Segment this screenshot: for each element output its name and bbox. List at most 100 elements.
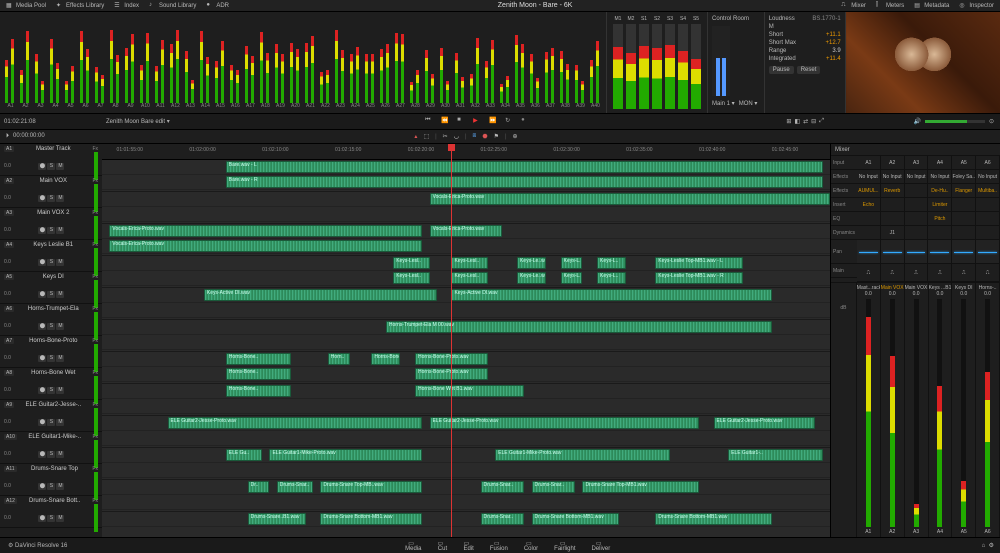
audio-clip[interactable]: Vocals-Erica-Proto.wav xyxy=(109,225,422,237)
audio-clip[interactable]: Keys-L.. xyxy=(597,272,626,284)
audio-clip[interactable]: Horns-Trumpet-Ela M 00.wav xyxy=(386,321,772,333)
cut-tool[interactable]: ✂ xyxy=(443,133,448,140)
audio-clip[interactable]: Keys-Lesl.. xyxy=(393,272,429,284)
audio-clip[interactable]: ELE Guitar2-Jesse-Proto.wav xyxy=(168,417,423,429)
prev-btn[interactable]: ⏪ xyxy=(441,117,451,127)
mute-btn[interactable]: M xyxy=(56,227,64,234)
audio-clip[interactable]: Bare.wav - L xyxy=(226,161,823,173)
record-btn[interactable]: ● xyxy=(521,117,531,127)
index-btn[interactable]: ☰Index xyxy=(114,2,139,10)
mute-btn[interactable]: M xyxy=(56,515,64,522)
solo-btn[interactable]: S xyxy=(47,451,55,458)
track-header[interactable]: A1Master TrackFx 0.0⬤SM xyxy=(0,144,102,176)
audio-clip[interactable]: Drums-Snar.. xyxy=(481,513,525,525)
audio-clip[interactable]: Horns-Bone.. xyxy=(226,353,292,365)
mute-btn[interactable]: M xyxy=(56,355,64,362)
page-edit[interactable]: ▭Edit xyxy=(463,540,473,552)
timeline-track[interactable]: ELE Gu..ELE Guitar1-Mike-Proto.wavELE Gu… xyxy=(102,448,830,480)
volume-slider[interactable] xyxy=(925,120,985,123)
channel-fader[interactable]: Keys DI0.0A5 xyxy=(952,283,976,537)
audio-clip[interactable]: Drums-Snare Bottom-MB1.wav xyxy=(532,513,619,525)
timeline-track[interactable]: Horns-Trumpet-Ela M 00.wav xyxy=(102,320,830,352)
mute-btn[interactable]: M xyxy=(56,483,64,490)
mixer-channel[interactable]: A3 No Input ⎍ xyxy=(905,156,929,282)
mute-btn[interactable]: M xyxy=(56,451,64,458)
audio-clip[interactable]: ELE Guitar1-Mike-Proto.wav xyxy=(269,449,422,461)
timeline-ruler[interactable]: 01:01:55:0001:02:00:0001:02:10:0001:02:1… xyxy=(102,144,830,160)
channel-fader[interactable]: Keys ...B10.0A4 xyxy=(929,283,953,537)
meters-btn[interactable]: ⫿Meters xyxy=(876,2,904,10)
loudness-reset[interactable]: Reset xyxy=(797,66,821,74)
audio-clip[interactable]: Drums-Snare..B1.wav xyxy=(248,513,306,525)
timeline-track[interactable]: Drums-Snare..B1.wav Drums-Snare Bottom-MB… xyxy=(102,512,830,537)
audio-clip[interactable]: ELE Guitar1-Mike-Proto.wav xyxy=(495,449,670,461)
audio-clip[interactable]: Drums-Snare Top-MB1.wav xyxy=(582,481,698,493)
page-fusion[interactable]: ▭Fusion xyxy=(490,540,508,552)
audio-clip[interactable]: Keys-L.. xyxy=(561,257,583,269)
page-media[interactable]: ▭Media xyxy=(405,540,421,552)
track-header[interactable]: A7Horns-Bone-ProtoFx 0.0⬤SM xyxy=(0,336,102,368)
solo-btn[interactable]: S xyxy=(47,387,55,394)
timeline-track[interactable]: Horns-Bone..Horn..Horns-Bone..Horns-Bone… xyxy=(102,352,830,384)
timeline-track[interactable]: ELE Guitar2-Jesse-Proto.wavELE Guitar2-J… xyxy=(102,416,830,448)
eq-curve[interactable] xyxy=(905,240,928,264)
dim-btn[interactable]: ⊙ xyxy=(989,118,994,125)
arm-btn[interactable]: ⬤ xyxy=(38,259,46,266)
audio-clip[interactable]: Drums-Snare Bottom-MB1.wav xyxy=(655,513,771,525)
track-header[interactable]: A10ELE Guitar1-Mike-..Fx 0.0⬤SM xyxy=(0,432,102,464)
arm-btn[interactable]: ⬤ xyxy=(38,419,46,426)
eq-curve[interactable] xyxy=(857,240,880,264)
solo-btn[interactable]: S xyxy=(47,195,55,202)
track-header[interactable]: A4Keys Leslie B1Fx 0.0⬤SM xyxy=(0,240,102,272)
audio-clip[interactable]: ELE Guitar1-.. xyxy=(728,449,823,461)
marker-tool[interactable]: ⬣ xyxy=(482,133,487,140)
loudness-pause[interactable]: Pause xyxy=(769,66,794,74)
arrow-tool[interactable]: ▴ xyxy=(414,133,417,140)
audio-clip[interactable]: Drums-Snar.. xyxy=(481,481,525,493)
solo-btn[interactable]: S xyxy=(47,515,55,522)
arm-btn[interactable]: ⬤ xyxy=(38,323,46,330)
opt-5[interactable]: ⤢ xyxy=(819,118,824,125)
track-header[interactable]: A2Main VOXFx 0.0⬤SM xyxy=(0,176,102,208)
solo-btn[interactable]: S xyxy=(47,355,55,362)
audio-clip[interactable]: Keys-Active DI.wav xyxy=(451,289,771,301)
rewind-btn[interactable]: ⏮ xyxy=(425,117,435,127)
arm-btn[interactable]: ⬤ xyxy=(38,483,46,490)
arm-btn[interactable]: ⬤ xyxy=(38,451,46,458)
track-header[interactable]: A3Main VOX 2Fx 0.0⬤SM xyxy=(0,208,102,240)
audio-clip[interactable]: Keys-L.. xyxy=(561,272,583,284)
solo-btn[interactable]: S xyxy=(47,419,55,426)
audio-clip[interactable]: Vocals-Erica-Proto.wav xyxy=(430,193,830,205)
solo-btn[interactable]: S xyxy=(47,483,55,490)
audio-clip[interactable]: Vocals-Erica-Proto.wav xyxy=(430,225,503,237)
audio-clip[interactable]: Keys-L.. xyxy=(597,257,626,269)
next-btn[interactable]: ⏩ xyxy=(489,117,499,127)
audio-clip[interactable]: Keys-Le..wav - R xyxy=(517,272,546,284)
audio-clip[interactable]: Dr.. xyxy=(248,481,270,493)
flag-tool[interactable]: ⚑ xyxy=(494,133,499,140)
opt-2[interactable]: ◧ xyxy=(794,118,800,125)
page-deliver[interactable]: ▭Deliver xyxy=(592,540,611,552)
mixer-channel[interactable]: A1 No Input AUMUL.. Echo ⎍ xyxy=(857,156,881,282)
audio-clip[interactable]: Vocals-Erica-Proto.wav xyxy=(109,240,422,252)
video-preview[interactable] xyxy=(845,12,1000,113)
sound-library-btn[interactable]: ♪Sound Library xyxy=(149,2,196,10)
mute-btn[interactable]: M xyxy=(56,163,64,170)
channel-fader[interactable]: Main VOX0.0A2 xyxy=(881,283,905,537)
eq-curve[interactable] xyxy=(976,240,999,264)
metadata-btn[interactable]: ▤Metadata xyxy=(914,2,949,10)
page-color[interactable]: ▭Color xyxy=(524,540,538,552)
timeline-track[interactable]: Keys-Active DI.wav Keys-Active DI.wav xyxy=(102,288,830,320)
opt-4[interactable]: ⊟ xyxy=(811,118,816,125)
loop-btn[interactable]: ↻ xyxy=(505,117,515,127)
home-icon[interactable]: ⌂ xyxy=(982,543,986,549)
eq-curve[interactable] xyxy=(952,240,975,264)
media-pool-btn[interactable]: ▦Media Pool xyxy=(6,2,46,10)
audio-clip[interactable]: Horns-Bone Wet B1.wav xyxy=(415,385,524,397)
audio-clip[interactable]: Keys-Active DI.wav xyxy=(204,289,437,301)
arm-btn[interactable]: ⬤ xyxy=(38,291,46,298)
timeline-track[interactable]: Dr..Drums-Snar..Drums-Snare Top-MB..wavD… xyxy=(102,480,830,512)
track-header[interactable]: A9ELE Guitar2-Jesse-..Fx 0.0⬤SM xyxy=(0,400,102,432)
solo-btn[interactable]: S xyxy=(47,323,55,330)
arm-btn[interactable]: ⬤ xyxy=(38,163,46,170)
